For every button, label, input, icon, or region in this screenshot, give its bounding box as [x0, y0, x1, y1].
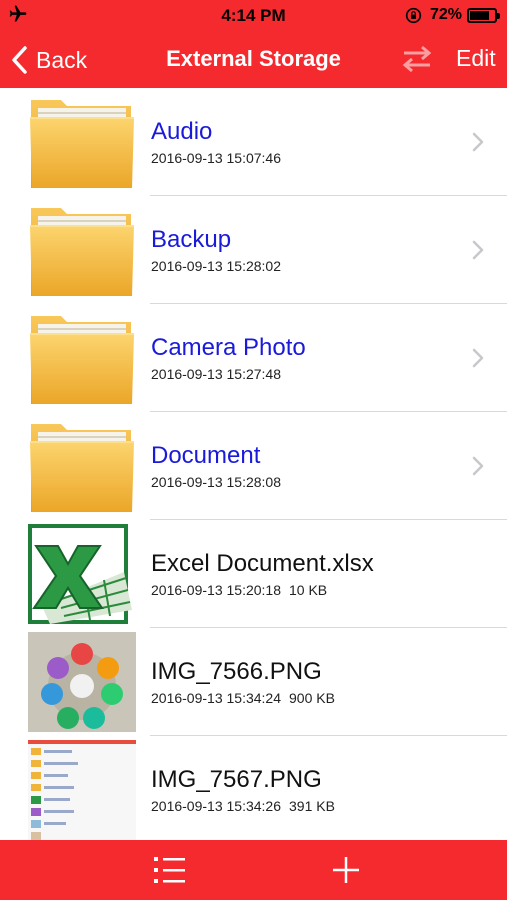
screenshot-thumbnail — [28, 740, 136, 840]
edit-button[interactable]: Edit — [456, 45, 496, 72]
chevron-right-icon — [472, 348, 484, 368]
folder-icon — [28, 416, 136, 516]
swap-arrows-icon[interactable] — [401, 44, 433, 74]
plus-icon[interactable] — [330, 854, 362, 886]
file-meta: 2016-09-13 15:27:48 — [151, 366, 281, 382]
file-meta: 2016-09-13 15:28:08 — [151, 474, 281, 490]
folder-row[interactable]: Camera Photo 2016-09-13 15:27:48 — [0, 304, 507, 412]
file-row[interactable]: IMG_7567.PNG 2016-09-13 15:34:26 391 KB — [0, 736, 507, 840]
battery-percentage: 72% — [430, 6, 463, 23]
file-name: Camera Photo — [151, 334, 306, 361]
bottom-toolbar — [0, 840, 507, 900]
file-row[interactable]: Excel Document.xlsx 2016-09-13 15:20:18 10… — [0, 520, 507, 628]
battery-fill — [470, 11, 489, 20]
file-list: Audio 2016-09-13 15:07:46 Backup 2016-09-13… — [0, 88, 507, 840]
file-size: 391 KB — [289, 798, 335, 814]
list-icon[interactable] — [150, 854, 190, 886]
folder-icon — [28, 92, 136, 192]
file-meta: 2016-09-13 15:28:02 — [151, 258, 281, 274]
orientation-lock-icon — [405, 7, 422, 24]
battery-icon — [467, 8, 500, 23]
file-name: IMG_7567.PNG — [151, 766, 322, 793]
chevron-right-icon — [472, 240, 484, 260]
folder-row[interactable]: Document 2016-09-13 15:28:08 — [0, 412, 507, 520]
file-size: 900 KB — [289, 690, 335, 706]
chevron-right-icon — [472, 132, 484, 152]
file-name: Document — [151, 442, 261, 469]
image-thumbnail — [28, 632, 136, 732]
file-row[interactable]: IMG_7566.PNG 2016-09-13 15:34:24 900 KB — [0, 628, 507, 736]
file-date: 2016-09-13 15:27:48 — [151, 366, 281, 382]
file-date: 2016-09-13 15:28:02 — [151, 258, 281, 274]
file-name: IMG_7566.PNG — [151, 658, 322, 685]
file-name: Audio — [151, 118, 213, 145]
chevron-right-icon — [472, 456, 484, 476]
status-bar: 4:14 PM 72% — [0, 0, 507, 32]
file-date: 2016-09-13 15:07:46 — [151, 150, 281, 166]
file-date: 2016-09-13 15:34:24 — [151, 690, 281, 706]
navigation-bar: Back External Storage Edit — [0, 32, 507, 88]
folder-row[interactable]: Audio 2016-09-13 15:07:46 — [0, 88, 507, 196]
file-date: 2016-09-13 15:20:18 — [151, 582, 281, 598]
file-meta: 2016-09-13 15:07:46 — [151, 150, 281, 166]
folder-icon — [28, 308, 136, 408]
folder-row[interactable]: Backup 2016-09-13 15:28:02 — [0, 196, 507, 304]
file-name: Backup — [151, 226, 232, 253]
file-meta: 2016-09-13 15:20:18 10 KB — [151, 582, 327, 598]
excel-file-icon — [28, 524, 136, 624]
folder-icon — [28, 200, 136, 300]
file-meta: 2016-09-13 15:34:26 391 KB — [151, 798, 335, 814]
file-date: 2016-09-13 15:28:08 — [151, 474, 281, 490]
file-meta: 2016-09-13 15:34:24 900 KB — [151, 690, 335, 706]
file-size: 10 KB — [289, 582, 328, 598]
file-date: 2016-09-13 15:34:26 — [151, 798, 281, 814]
battery-nub — [497, 13, 500, 19]
file-name: Excel Document.xlsx — [151, 550, 374, 577]
